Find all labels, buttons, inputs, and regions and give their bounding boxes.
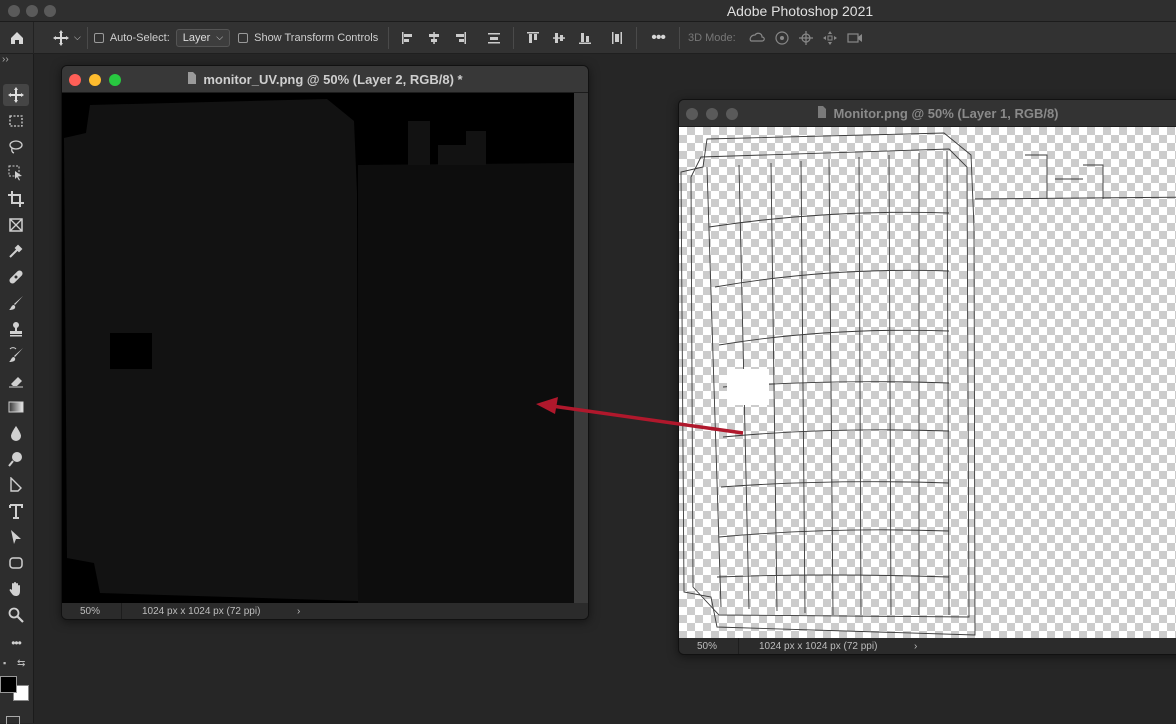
file-icon — [817, 105, 827, 121]
uv-canvas[interactable] — [62, 93, 574, 605]
align-middle-icon[interactable] — [552, 31, 566, 45]
foreground-color-swatch[interactable] — [0, 676, 17, 693]
3d-pan-icon[interactable] — [798, 30, 814, 46]
3d-roll-icon[interactable] — [774, 30, 790, 46]
document-window-uv[interactable]: monitor_UV.png @ 50% (Layer 2, RGB/8) * … — [61, 65, 589, 620]
tools-panel: ›› ••• ▪ ⇆ — [0, 54, 34, 724]
close-document-button[interactable] — [69, 74, 81, 86]
vertical-scrollbar[interactable] — [574, 93, 588, 605]
dodge-tool-icon[interactable] — [3, 448, 29, 470]
3d-orbit-icon[interactable] — [748, 31, 766, 45]
align-right-icon[interactable] — [453, 31, 467, 45]
auto-select-value: Layer — [182, 31, 211, 44]
chevron-right-icon[interactable]: › — [297, 606, 300, 617]
app-title: Adobe Photoshop 2021 — [726, 3, 874, 19]
document-title: Monitor.png @ 50% (Layer 1, RGB/8) — [833, 105, 1059, 121]
document-info: 1024 px x 1024 px (72 ppi) — [142, 605, 261, 617]
edit-toolbar-icon[interactable]: ••• — [3, 632, 29, 654]
status-bar: 50% 1024 px x 1024 px (72 ppi) › — [62, 603, 588, 619]
expand-panel-icon[interactable]: ›› — [2, 54, 9, 65]
file-icon — [187, 71, 197, 87]
minimize-document-button[interactable] — [89, 74, 101, 86]
auto-select-checkbox[interactable] — [93, 32, 104, 43]
more-options-icon[interactable]: ••• — [651, 29, 666, 47]
frame-tool-icon[interactable] — [3, 214, 29, 236]
align-left-icon[interactable] — [401, 31, 415, 45]
status-bar: 50% 1024 px x 1024 px (72 ppi) › — [679, 638, 1176, 654]
default-colors-icon[interactable]: ▪ — [3, 658, 6, 668]
distribute-vertical-icon[interactable] — [610, 31, 624, 45]
brush-tool-icon[interactable] — [3, 292, 29, 314]
eraser-tool-icon[interactable] — [3, 370, 29, 392]
marquee-tool-icon[interactable] — [3, 110, 29, 132]
hand-tool-icon[interactable] — [3, 578, 29, 600]
maximize-document-button[interactable] — [726, 108, 738, 120]
object-selection-tool-icon[interactable] — [3, 162, 29, 184]
close-document-button[interactable] — [686, 108, 698, 120]
app-title-bar: Adobe Photoshop 2021 — [0, 0, 1176, 22]
chevron-down-icon: ⌵ — [216, 32, 224, 42]
document-title: monitor_UV.png @ 50% (Layer 2, RGB/8) * — [203, 71, 463, 87]
distribute-horizontal-icon[interactable] — [487, 31, 501, 45]
history-brush-tool-icon[interactable] — [3, 344, 29, 366]
crop-tool-icon[interactable] — [3, 188, 29, 210]
show-transform-checkbox[interactable] — [238, 32, 249, 43]
path-selection-tool-icon[interactable] — [3, 526, 29, 548]
document-title-bar[interactable]: monitor_UV.png @ 50% (Layer 2, RGB/8) * — [62, 66, 588, 93]
uv-map-image — [62, 93, 574, 605]
type-tool-icon[interactable] — [3, 500, 29, 522]
swap-colors-icon[interactable]: ⇆ — [17, 658, 25, 669]
move-tool-preset-icon[interactable] — [52, 29, 70, 47]
align-bottom-icon[interactable] — [578, 31, 592, 45]
3d-camera-icon[interactable] — [846, 31, 864, 45]
document-title-bar[interactable]: Monitor.png @ 50% (Layer 1, RGB/8) — [679, 100, 1176, 127]
3d-slide-icon[interactable] — [822, 30, 838, 46]
chevron-down-icon[interactable]: ⌵ — [74, 32, 81, 43]
monitor-wireframe-image — [680, 132, 1176, 636]
zoom-level[interactable]: 50% — [679, 638, 739, 654]
auto-select-label: Auto-Select: — [109, 31, 170, 44]
3d-mode-label: 3D Mode: — [688, 31, 736, 44]
monitor-canvas[interactable] — [679, 127, 1176, 639]
options-bar: ⌵ Auto-Select: Layer ⌵ Show Transform Con… — [0, 21, 1176, 54]
document-window-monitor[interactable]: Monitor.png @ 50% (Layer 1, RGB/8) 50% 1… — [678, 99, 1176, 655]
align-top-icon[interactable] — [526, 31, 540, 45]
zoom-level[interactable]: 50% — [62, 603, 122, 619]
chevron-right-icon[interactable]: › — [914, 641, 917, 652]
pen-tool-icon[interactable] — [3, 474, 29, 496]
zoom-tool-icon[interactable] — [3, 604, 29, 626]
eyedropper-tool-icon[interactable] — [3, 240, 29, 262]
show-transform-label: Show Transform Controls — [254, 31, 379, 44]
lasso-tool-icon[interactable] — [3, 136, 29, 158]
rectangle-tool-icon[interactable] — [3, 552, 29, 574]
align-center-icon[interactable] — [427, 31, 441, 45]
gradient-tool-icon[interactable] — [3, 396, 29, 418]
clone-stamp-tool-icon[interactable] — [3, 318, 29, 340]
home-icon[interactable] — [0, 21, 34, 54]
minimize-document-button[interactable] — [706, 108, 718, 120]
maximize-document-button[interactable] — [109, 74, 121, 86]
healing-brush-tool-icon[interactable] — [3, 266, 29, 288]
auto-select-dropdown[interactable]: Layer ⌵ — [175, 28, 231, 47]
move-tool-icon[interactable] — [3, 84, 29, 106]
blur-tool-icon[interactable] — [3, 422, 29, 444]
document-info: 1024 px x 1024 px (72 ppi) — [759, 640, 878, 652]
